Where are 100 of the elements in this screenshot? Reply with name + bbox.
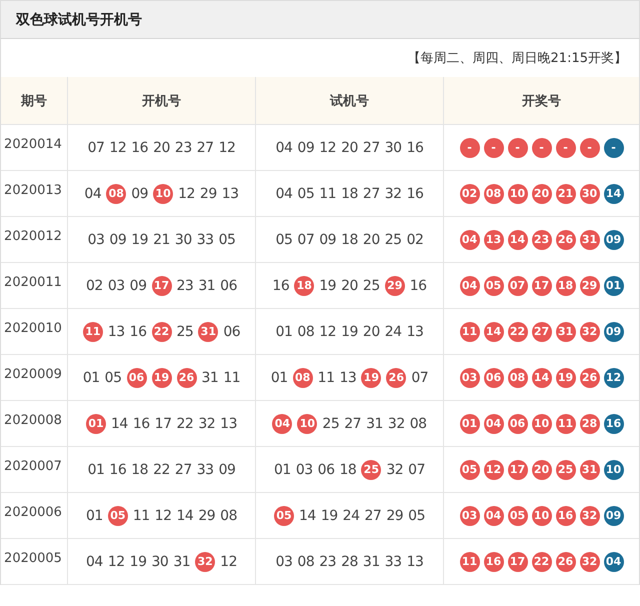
result-ball: 10 bbox=[508, 184, 528, 204]
result-ball: - bbox=[484, 138, 504, 158]
result-ball: 20 bbox=[532, 460, 552, 480]
number: 29 bbox=[198, 508, 216, 524]
number: 07 bbox=[88, 140, 104, 156]
result-ball: 05 bbox=[460, 460, 480, 480]
result-ball: 11 bbox=[460, 552, 480, 572]
number: 02 bbox=[406, 232, 424, 248]
period-number: 2020006 bbox=[4, 505, 62, 520]
number: 11 bbox=[132, 508, 150, 524]
result-ball: 18 bbox=[556, 276, 576, 296]
result-ball: 05 bbox=[484, 276, 504, 296]
result-ball: 09 bbox=[604, 322, 624, 342]
number: 19 bbox=[320, 508, 338, 524]
number: 12 bbox=[108, 554, 125, 570]
result-ball: 03 bbox=[460, 368, 480, 388]
number: 05 bbox=[408, 508, 425, 524]
number: 32 bbox=[388, 416, 405, 432]
result-ball: 04 bbox=[460, 230, 480, 250]
number: 11 bbox=[318, 370, 334, 386]
number: 18 bbox=[340, 462, 356, 478]
number: 03 bbox=[88, 232, 104, 248]
result-ball: 17 bbox=[532, 276, 552, 296]
number: 32 bbox=[384, 186, 402, 202]
number-ball: 19 bbox=[361, 368, 382, 388]
number: 05 bbox=[297, 186, 314, 202]
number: 13 bbox=[340, 370, 356, 386]
number: 25 bbox=[176, 324, 194, 340]
number-ball: 26 bbox=[386, 368, 406, 388]
number: 16 bbox=[131, 140, 148, 156]
result-ball: 07 bbox=[508, 276, 528, 296]
period-number: 2020012 bbox=[4, 229, 62, 244]
number: 27 bbox=[196, 140, 214, 156]
number: 24 bbox=[384, 324, 402, 340]
number: 14 bbox=[111, 416, 128, 432]
result-ball: 28 bbox=[580, 414, 600, 434]
number: 16 bbox=[410, 278, 427, 294]
number: 08 bbox=[297, 554, 314, 570]
result-ball: 31 bbox=[556, 322, 576, 342]
result-ball: 32 bbox=[580, 322, 600, 342]
number: 13 bbox=[220, 416, 237, 432]
number-ball: 26 bbox=[176, 368, 196, 388]
number: 18 bbox=[341, 232, 358, 248]
number: 16 bbox=[132, 416, 150, 432]
result-ball: 31 bbox=[580, 460, 600, 480]
number: 31 bbox=[362, 554, 380, 570]
number: 09 bbox=[131, 186, 148, 202]
number: 25 bbox=[362, 278, 380, 294]
number: 08 bbox=[220, 508, 237, 524]
result-ball: 11 bbox=[556, 414, 576, 434]
number: 06 bbox=[223, 324, 240, 340]
result-ball: 04 bbox=[484, 414, 504, 434]
column-header: 期号 bbox=[1, 77, 67, 125]
number: 04 bbox=[276, 140, 292, 156]
result-ball: 09 bbox=[604, 230, 624, 250]
column-header: 试机号 bbox=[255, 77, 443, 125]
number: 23 bbox=[176, 278, 194, 294]
result-ball: 26 bbox=[580, 368, 600, 388]
result-ball: 16 bbox=[604, 414, 624, 434]
number: 11 bbox=[319, 186, 336, 202]
number: 30 bbox=[384, 140, 402, 156]
number: 13 bbox=[406, 554, 424, 570]
number-ball: 25 bbox=[361, 460, 382, 480]
number: 12 bbox=[109, 140, 126, 156]
result-ball: - bbox=[532, 138, 552, 158]
period-number: 2020005 bbox=[4, 551, 62, 566]
result-ball: - bbox=[604, 138, 624, 158]
result-ball: 04 bbox=[460, 276, 480, 296]
number: 01 bbox=[274, 462, 291, 478]
result-ball: 06 bbox=[508, 414, 528, 434]
number: 27 bbox=[362, 140, 380, 156]
result-ball: - bbox=[508, 138, 528, 158]
number: 05 bbox=[276, 232, 292, 248]
result-ball: 27 bbox=[532, 322, 552, 342]
number: 09 bbox=[130, 278, 146, 294]
number: 18 bbox=[131, 462, 148, 478]
result-ball: 02 bbox=[460, 184, 480, 204]
number: 31 bbox=[366, 416, 383, 432]
result-ball: 10 bbox=[532, 506, 552, 526]
number: 16 bbox=[130, 324, 146, 340]
period-number: 2020009 bbox=[4, 367, 62, 382]
result-ball: 14 bbox=[508, 230, 528, 250]
number: 12 bbox=[319, 140, 336, 156]
number: 27 bbox=[362, 186, 380, 202]
number: 20 bbox=[341, 278, 358, 294]
period-number: 2020014 bbox=[4, 137, 62, 152]
result-ball: 21 bbox=[556, 184, 576, 204]
result-ball: 14 bbox=[484, 322, 504, 342]
number: 07 bbox=[408, 462, 425, 478]
result-ball: - bbox=[556, 138, 576, 158]
number: 01 bbox=[270, 370, 288, 386]
number: 32 bbox=[386, 462, 404, 478]
number: 23 bbox=[319, 554, 336, 570]
number: 20 bbox=[153, 140, 170, 156]
number: 28 bbox=[341, 554, 358, 570]
result-ball: - bbox=[460, 138, 480, 158]
result-ball: 03 bbox=[460, 506, 480, 526]
number: 09 bbox=[319, 232, 336, 248]
result-ball: 16 bbox=[484, 552, 504, 572]
number: 01 bbox=[88, 462, 104, 478]
